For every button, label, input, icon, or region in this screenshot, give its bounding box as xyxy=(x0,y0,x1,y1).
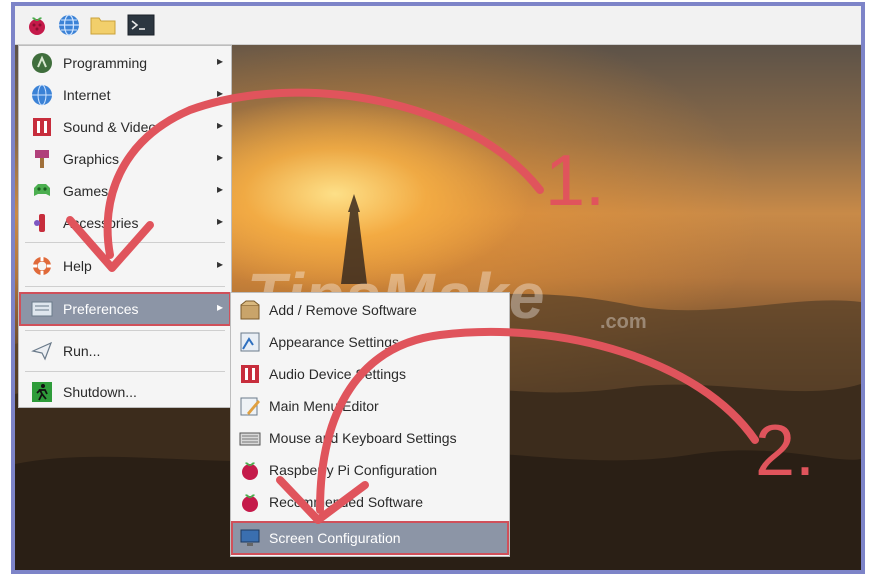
annotation-step-2: 2. xyxy=(755,411,816,491)
annotation-overlay xyxy=(66,88,759,524)
annotation-step-1: 1. xyxy=(545,141,606,221)
annotation-arrow-2 xyxy=(316,327,759,514)
annotation-arrow-1 xyxy=(103,88,544,259)
